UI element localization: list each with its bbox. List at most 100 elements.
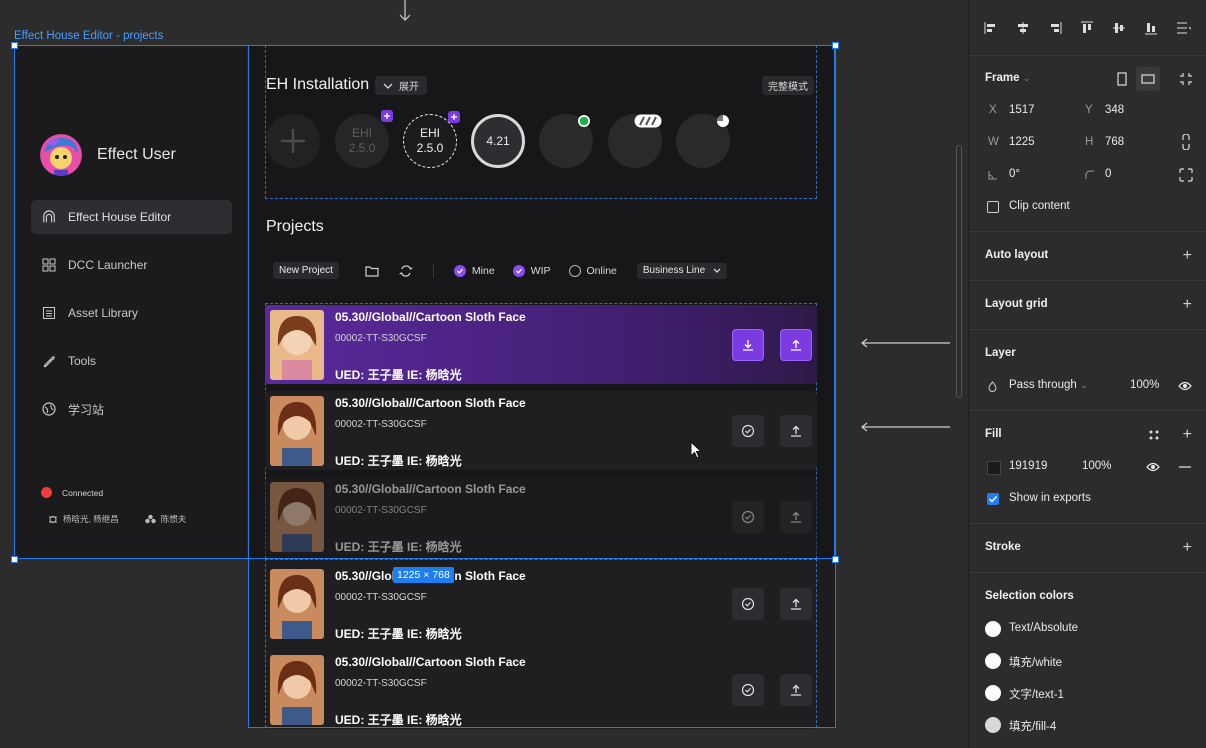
design-canvas[interactable]: Effect House Editor - projects Effect Us… — [0, 0, 968, 748]
add-auto-layout-icon[interactable]: + — [1183, 248, 1192, 264]
frame-name-label[interactable]: Effect House Editor - projects — [14, 30, 163, 42]
project-thumbnail — [270, 396, 324, 466]
align-center-h-icon[interactable] — [1015, 20, 1031, 36]
height-input[interactable]: 768 — [1105, 136, 1124, 148]
selection-color-swatch[interactable] — [985, 685, 1001, 701]
align-right-icon[interactable] — [1047, 20, 1063, 36]
add-badge-icon[interactable] — [381, 110, 393, 122]
selection-color-label[interactable]: 填充/white — [1009, 654, 1062, 670]
installed-check-button[interactable] — [732, 501, 764, 533]
folder-icon[interactable] — [365, 264, 379, 278]
width-input[interactable]: 1225 — [1009, 136, 1035, 148]
eye-icon[interactable] — [1178, 381, 1192, 391]
project-row[interactable]: 05.30//Global//Cartoon Sloth Face 00002-… — [265, 477, 817, 556]
x-label: X — [989, 104, 997, 116]
business-line-dropdown[interactable]: Business Line — [636, 262, 728, 279]
x-input[interactable]: 1517 — [1009, 104, 1035, 116]
nav-item-label: DCC Launcher — [68, 258, 148, 272]
layout-grid-title: Layout grid — [985, 298, 1048, 310]
new-project-button[interactable]: New Project — [273, 262, 339, 279]
nav-item-tools[interactable]: Tools — [31, 344, 232, 378]
upload-button[interactable] — [780, 329, 812, 361]
upload-button[interactable] — [780, 415, 812, 447]
installed-check-button[interactable] — [732, 415, 764, 447]
nav-item-effect-house-editor[interactable]: Effect House Editor — [31, 200, 232, 234]
divider — [969, 55, 1206, 56]
expand-label: 展开 — [399, 82, 419, 93]
resize-handle-tr[interactable] — [832, 42, 839, 49]
fill-opacity-input[interactable]: 100% — [1082, 460, 1111, 472]
fill-hex-input[interactable]: 191919 — [1009, 460, 1047, 472]
blend-mode-select[interactable]: Pass through ⌄ — [1009, 379, 1088, 391]
member-left[interactable]: 杨晗光, 杨继昌 — [48, 513, 119, 525]
project-row[interactable]: 05.30//Global//Cartoon Sloth Face 00002-… — [265, 391, 817, 470]
version-slot-pending[interactable] — [676, 114, 730, 168]
resize-handle-bl[interactable] — [11, 556, 18, 563]
landscape-toggle[interactable] — [1136, 67, 1160, 91]
add-layout-grid-icon[interactable]: + — [1183, 297, 1192, 313]
full-mode-button[interactable]: 完整模式 — [762, 76, 814, 95]
member-right[interactable]: 陈惯夫 — [145, 513, 186, 525]
style-grid-icon[interactable] — [1148, 429, 1160, 441]
project-row[interactable]: 05.30//Global//Cartoon Sloth Face 00002-… — [265, 305, 817, 384]
show-in-exports-checkbox[interactable] — [987, 493, 999, 505]
app-frame[interactable]: Effect User Effect House Editor DCC Laun… — [14, 45, 835, 559]
radius-input[interactable]: 0 — [1105, 168, 1111, 180]
project-code: 00002-TT-S30GCSF — [335, 419, 427, 430]
status-dot — [41, 487, 52, 498]
rotation-input[interactable]: 0° — [1009, 168, 1020, 180]
upload-icon — [791, 511, 801, 523]
version-slot-online[interactable] — [539, 114, 593, 168]
distribute-icon[interactable] — [1175, 20, 1191, 36]
constrain-proportions-icon[interactable] — [1181, 134, 1191, 150]
filter-mine[interactable]: Mine — [453, 264, 495, 277]
fill-swatch[interactable] — [987, 461, 1001, 475]
layer-opacity-input[interactable]: 100% — [1130, 379, 1159, 391]
selection-color-swatch[interactable] — [985, 717, 1001, 733]
download-button[interactable] — [732, 329, 764, 361]
align-bottom-icon[interactable] — [1143, 20, 1159, 36]
version-ehi-faded[interactable]: EHI 2.5.0 — [335, 110, 393, 168]
eye-icon[interactable] — [1146, 462, 1160, 472]
expand-button[interactable]: 展开 — [375, 76, 427, 95]
selection-color-swatch[interactable] — [985, 621, 1001, 637]
selection-color-swatch[interactable] — [985, 653, 1001, 669]
independent-corners-icon[interactable] — [1179, 168, 1193, 182]
upload-button[interactable] — [780, 501, 812, 533]
y-input[interactable]: 348 — [1105, 104, 1124, 116]
user-profile[interactable]: Effect User — [40, 134, 176, 176]
layer-title: Layer — [985, 347, 1016, 359]
selection-color-label[interactable]: 填充/fill-4 — [1009, 718, 1056, 734]
nav-item-learning-station[interactable]: 学习站 — [31, 392, 232, 426]
divider — [969, 523, 1206, 524]
version-421[interactable]: 4.21 — [471, 114, 525, 168]
unchecked-icon — [568, 264, 581, 277]
clip-content-checkbox[interactable] — [987, 201, 999, 213]
refresh-icon[interactable] — [399, 264, 413, 278]
version-slot-loading[interactable] — [608, 114, 662, 168]
nav-item-dcc-launcher[interactable]: DCC Launcher — [31, 248, 232, 282]
selection-color-label[interactable]: 文字/text-1 — [1009, 686, 1064, 702]
portrait-icon[interactable] — [1117, 72, 1127, 86]
resize-handle-tl[interactable] — [11, 42, 18, 49]
filter-wip[interactable]: WIP — [512, 264, 551, 277]
resize-to-fit-icon[interactable] — [1179, 72, 1193, 86]
align-center-v-icon[interactable] — [1111, 20, 1127, 36]
resize-handle-br[interactable] — [832, 556, 839, 563]
align-left-icon[interactable] — [983, 20, 999, 36]
nav-item-asset-library[interactable]: Asset Library — [31, 296, 232, 330]
remove-fill-icon[interactable] — [1179, 466, 1191, 468]
alignment-toolbar — [983, 20, 1191, 36]
align-top-icon[interactable] — [1079, 20, 1095, 36]
add-version-button[interactable] — [266, 114, 320, 168]
add-stroke-icon[interactable]: + — [1183, 540, 1192, 556]
frame-section-title[interactable]: Frame ⌄ — [985, 72, 1030, 84]
canvas-scrollbar[interactable] — [956, 145, 962, 398]
version-ehi-selected[interactable]: EHI 2.5.0 — [403, 111, 460, 168]
version-name: EHI — [419, 126, 440, 140]
add-badge-icon[interactable] — [448, 111, 460, 123]
filter-online[interactable]: Online — [568, 264, 617, 277]
wrench-icon — [42, 354, 56, 368]
selection-color-label[interactable]: Text/Absolute — [1009, 622, 1078, 634]
add-fill-icon[interactable]: + — [1183, 427, 1192, 443]
